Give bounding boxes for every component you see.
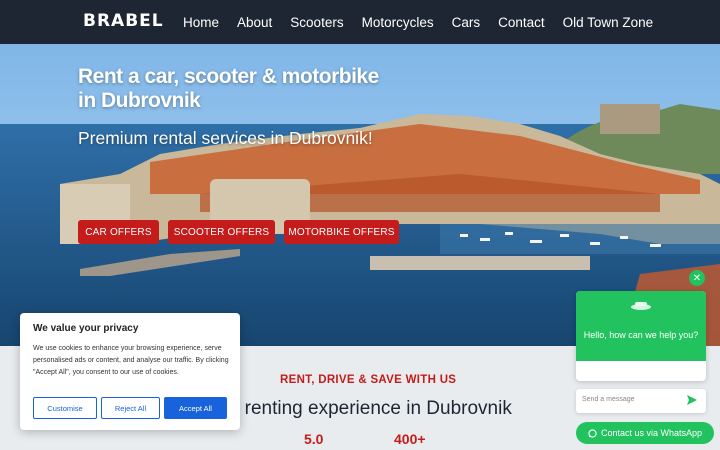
cookie-consent-banner: We value your privacy We use cookies to …: [20, 313, 240, 430]
scooter-offers-button[interactable]: SCOOTER OFFERS: [168, 220, 275, 244]
main-menu: Home About Scooters Motorcycles Cars Con…: [183, 0, 671, 44]
nav-old-town-zone[interactable]: Old Town Zone: [563, 15, 654, 30]
hero-title-line1: Rent a car, scooter & motorbike: [78, 65, 379, 88]
chat-input-placeholder: Send a message: [582, 396, 635, 403]
hero-title-line2: in Dubrovnik: [78, 89, 201, 112]
chat-popup: Hello, how can we help you?: [576, 291, 706, 381]
stat-rating: 5.0: [304, 431, 324, 447]
customise-button[interactable]: Customise: [33, 397, 97, 419]
accept-all-button[interactable]: Accept All: [164, 397, 227, 419]
nav-about[interactable]: About: [237, 15, 272, 30]
car-offers-button[interactable]: CAR OFFERS: [78, 220, 159, 244]
hero-subtitle: Premium rental services in Dubrovnik!: [78, 128, 373, 148]
nav-cars[interactable]: Cars: [452, 15, 481, 30]
chat-message-input[interactable]: Send a message: [576, 389, 706, 413]
close-icon: ✕: [692, 272, 702, 284]
nav-scooters[interactable]: Scooters: [290, 15, 343, 30]
hero-title: Rent a car, scooter & motorbike in Dubro…: [78, 65, 379, 113]
chat-greeting: Hello, how can we help you?: [583, 330, 699, 340]
brand-logo[interactable]: BRABEL: [83, 11, 164, 31]
chat-header: Hello, how can we help you?: [576, 291, 706, 361]
cookie-title: We value your privacy: [33, 323, 139, 334]
chat-close-button[interactable]: ✕: [689, 270, 705, 286]
chat-avatar-icon: [631, 302, 651, 310]
send-icon[interactable]: [686, 394, 698, 406]
whatsapp-button-label: Contact us via WhatsApp: [600, 428, 703, 438]
stat-count: 400+: [394, 431, 426, 447]
motorbike-offers-button[interactable]: MOTORBIKE OFFERS: [284, 220, 399, 244]
whatsapp-icon: [588, 428, 597, 438]
reject-all-button[interactable]: Reject All: [101, 397, 160, 419]
cookie-description: We use cookies to enhance your browsing …: [33, 345, 229, 376]
nav-contact[interactable]: Contact: [498, 15, 545, 30]
nav-motorcycles[interactable]: Motorcycles: [362, 15, 434, 30]
section-headline: est renting experience in Dubrovnik: [214, 398, 512, 419]
whatsapp-contact-button[interactable]: Contact us via WhatsApp: [576, 422, 714, 444]
section-kicker: RENT, DRIVE & SAVE WITH US: [280, 374, 457, 386]
top-navbar: BRABEL Home About Scooters Motorcycles C…: [0, 0, 720, 44]
nav-home[interactable]: Home: [183, 15, 219, 30]
